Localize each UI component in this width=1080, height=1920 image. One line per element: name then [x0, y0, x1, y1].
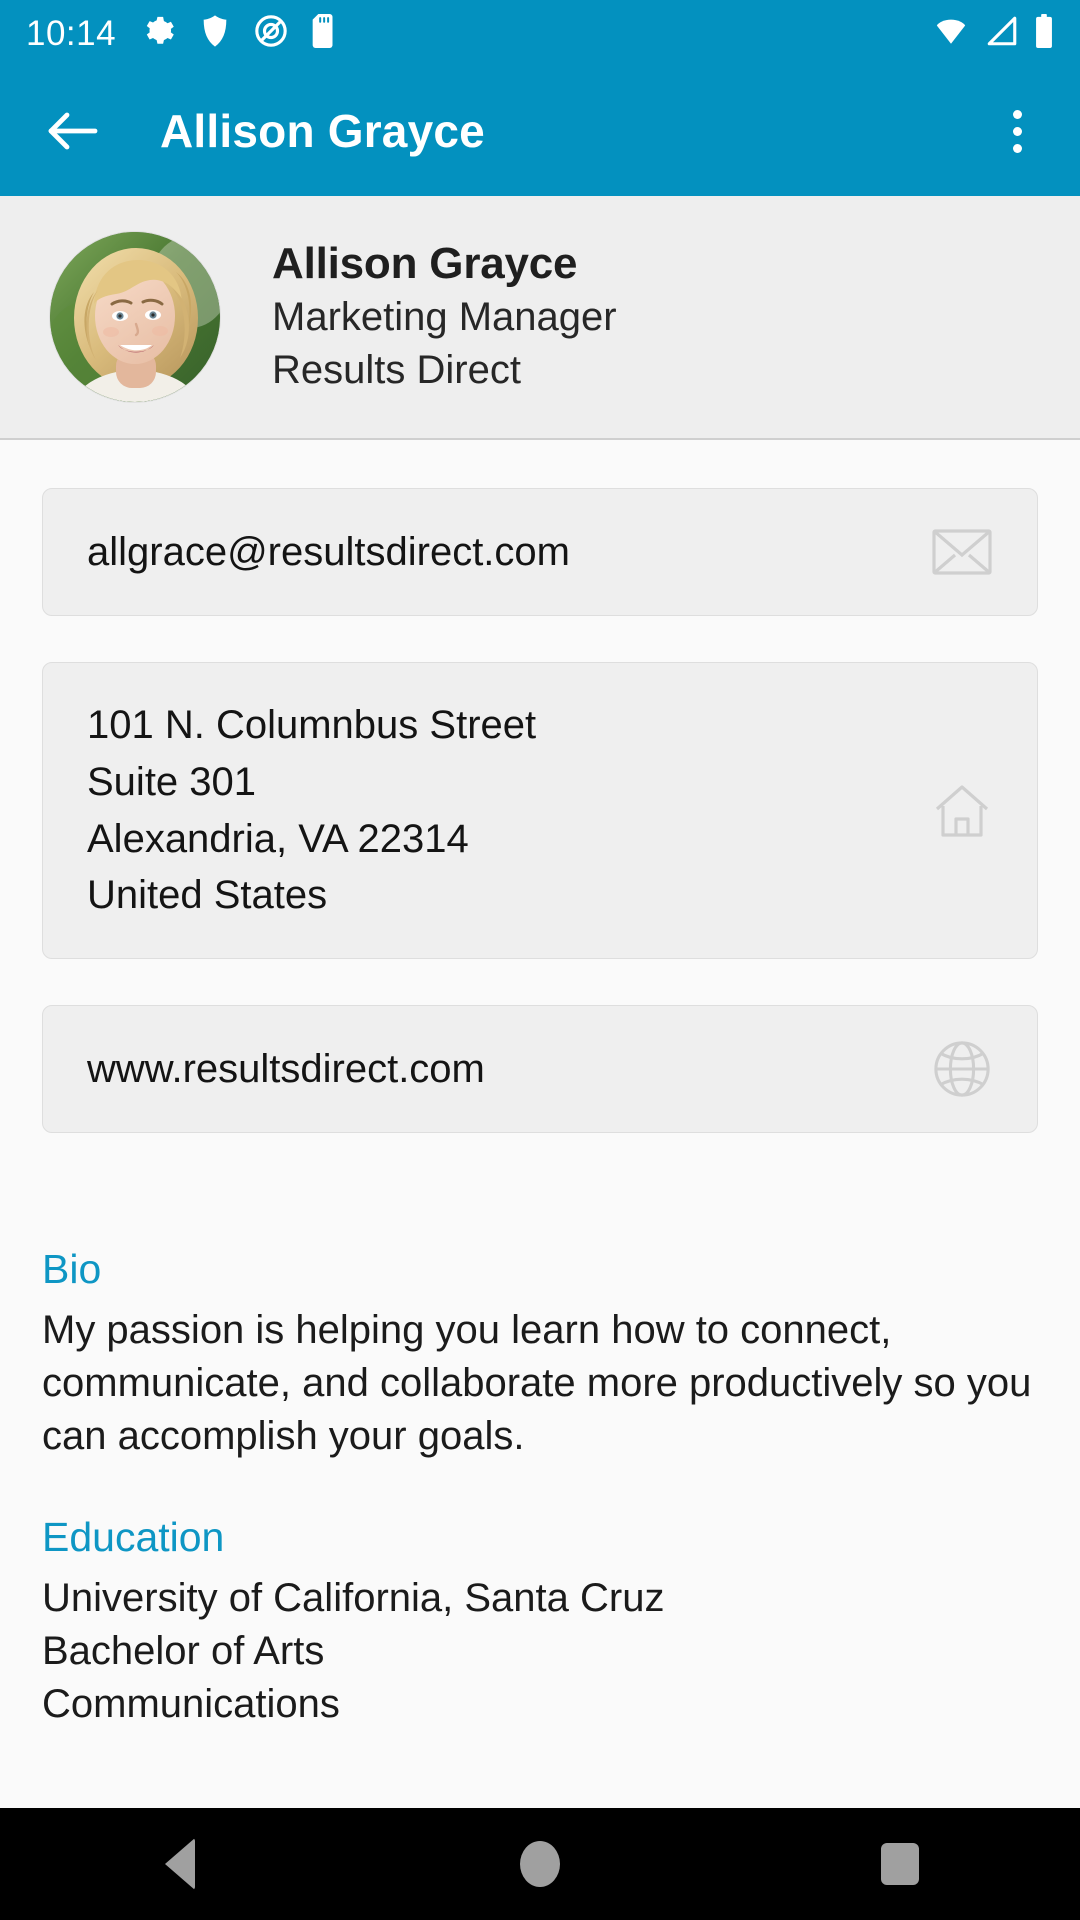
- envelope-icon: [929, 519, 995, 585]
- profile-text: Allison Grayce Marketing Manager Results…: [272, 237, 617, 396]
- shield-icon: [200, 14, 230, 53]
- profile-company: Results Direct: [272, 347, 521, 392]
- app-bar: Allison Grayce: [0, 66, 1080, 196]
- home-icon: [929, 778, 995, 844]
- content-area: allgrace@resultsdirect.com 101 N. Column…: [0, 440, 1080, 1920]
- profile-name: Allison Grayce: [272, 239, 578, 289]
- website-card[interactable]: www.resultsdirect.com: [42, 1005, 1038, 1134]
- nav-home-icon: [520, 1841, 560, 1887]
- section-bio: Bio My passion is helping you learn how …: [42, 1243, 1038, 1463]
- nav-back-icon: [165, 1838, 195, 1890]
- status-left-icons: [142, 13, 336, 53]
- back-arrow-icon[interactable]: [44, 102, 102, 160]
- address-value: 101 N. Columnbus Street Suite 301 Alexan…: [87, 703, 537, 918]
- do-not-disturb-icon: [254, 14, 288, 53]
- avatar[interactable]: [50, 232, 220, 402]
- nav-recents-icon: [881, 1843, 919, 1885]
- email-card[interactable]: allgrace@resultsdirect.com: [42, 488, 1038, 616]
- status-right-icons: [932, 13, 1054, 53]
- profile-header: Allison Grayce Marketing Manager Results…: [0, 196, 1080, 440]
- bio-body: My passion is helping you learn how to c…: [42, 1308, 1032, 1459]
- education-body: University of California, Santa Cruz Bac…: [42, 1576, 665, 1726]
- wifi-icon: [932, 14, 970, 53]
- overflow-menu-icon[interactable]: [986, 95, 1048, 167]
- globe-icon: [929, 1036, 995, 1102]
- battery-icon: [1034, 13, 1054, 53]
- android-nav-bar: [0, 1808, 1080, 1920]
- status-clock: 10:14: [26, 13, 117, 53]
- website-value: www.resultsdirect.com: [87, 1046, 485, 1091]
- cellular-signal-icon: [984, 14, 1020, 53]
- nav-back-button[interactable]: [100, 1808, 260, 1920]
- page-title: Allison Grayce: [160, 105, 485, 157]
- email-value: allgrace@resultsdirect.com: [87, 529, 570, 574]
- section-education: Education University of California, Sant…: [42, 1511, 1038, 1731]
- nav-recents-button[interactable]: [820, 1808, 980, 1920]
- gear-icon: [142, 14, 176, 53]
- address-card[interactable]: 101 N. Columnbus Street Suite 301 Alexan…: [42, 662, 1038, 960]
- status-bar: 10:14: [0, 0, 1080, 66]
- phone-screen: 10:14 Allison Grayce Allison Grayce Mark…: [0, 0, 1080, 1920]
- profile-job-title: Marketing Manager: [272, 295, 617, 340]
- education-heading: Education: [42, 1513, 225, 1560]
- nav-home-button[interactable]: [460, 1808, 620, 1920]
- bio-heading: Bio: [42, 1246, 102, 1293]
- sd-card-icon: [312, 13, 336, 53]
